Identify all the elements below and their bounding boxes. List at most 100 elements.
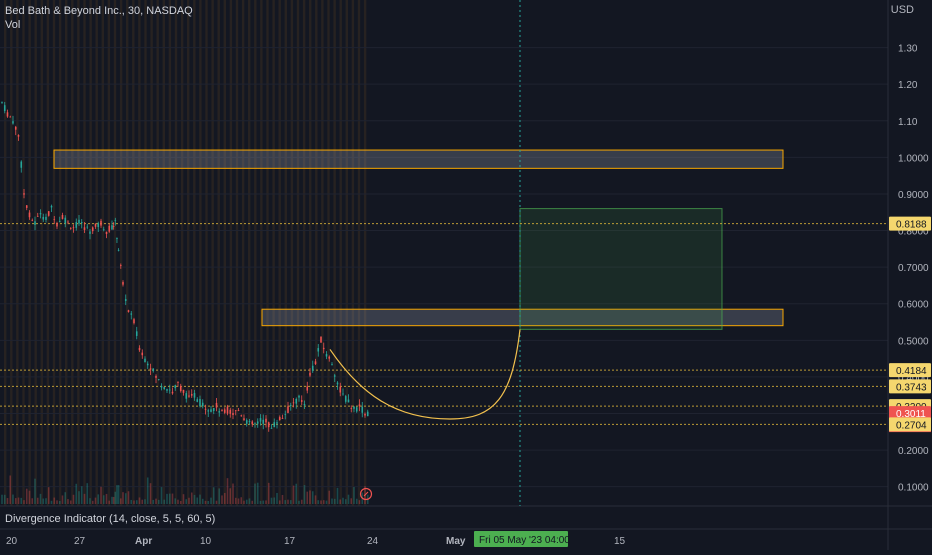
- volume-bar: [124, 493, 127, 504]
- session-stripe: [58, 0, 62, 506]
- x-tick-label: May: [446, 536, 466, 547]
- session-stripe: [241, 0, 245, 506]
- symbol-title[interactable]: Bed Bath & Beyond Inc., 30, NASDAQ: [5, 5, 193, 17]
- candle-body: [185, 393, 188, 399]
- candle-body: [67, 221, 69, 223]
- session-stripe: [345, 0, 348, 506]
- volume-bar: [58, 500, 61, 504]
- volume-bar: [102, 495, 105, 504]
- volume-bar: [105, 493, 108, 504]
- volume-bar: [339, 499, 342, 504]
- volume-bar: [276, 493, 278, 504]
- chart-root[interactable]: 1.30 1.20 1.10 1.0000 0.9000 0.8000 0.7000 0.60…: [0, 0, 932, 550]
- candle-body: [339, 386, 342, 393]
- candle-body: [177, 382, 179, 383]
- volume-bar: [215, 500, 218, 504]
- session-stripe: [199, 0, 202, 506]
- volume-bar: [344, 499, 347, 504]
- indicator-label[interactable]: Divergence Indicator (14, close, 5, 5, 6…: [5, 513, 215, 525]
- session-stripe: [156, 0, 159, 506]
- candle-body: [45, 216, 47, 220]
- candle-body: [117, 249, 120, 251]
- candle-body: [149, 368, 152, 370]
- candle-body: [251, 421, 254, 425]
- volume-bar: [133, 500, 135, 504]
- candle-body: [135, 331, 138, 336]
- volume-bar: [171, 493, 174, 504]
- candle-body: [300, 400, 303, 402]
- volume-bar: [182, 494, 185, 504]
- candle-body: [80, 222, 83, 223]
- price-chart[interactable]: 1.301.201.101.00000.90000.80000.70000.60…: [0, 0, 932, 550]
- x-tick-label: 15: [614, 536, 626, 547]
- candle-body: [130, 313, 133, 315]
- candle-body: [270, 427, 273, 429]
- candle-body: [53, 218, 56, 220]
- volume-bar: [218, 488, 221, 504]
- price-level-label: 0.8188: [896, 220, 927, 231]
- volume-bar: [155, 498, 157, 504]
- candle-body: [344, 396, 347, 402]
- candle-body: [292, 402, 295, 404]
- price-level-label: 0.3743: [896, 382, 927, 393]
- volume-bar: [331, 498, 333, 504]
- session-stripe: [278, 0, 281, 506]
- candle-body: [314, 361, 317, 365]
- volume-bar: [347, 494, 350, 504]
- candle-body: [309, 372, 311, 376]
- volume-bar: [80, 486, 83, 504]
- volume-bar: [232, 483, 234, 504]
- volume-bar: [201, 498, 204, 504]
- volume-bar: [287, 499, 289, 504]
- session-stripe: [321, 0, 324, 506]
- volume-bar: [53, 497, 56, 504]
- volume-label[interactable]: Vol: [5, 19, 20, 31]
- candle-body: [289, 405, 292, 406]
- session-stripe: [113, 0, 117, 506]
- volume-bar: [314, 495, 317, 504]
- session-stripe: [83, 0, 86, 506]
- candle-body: [116, 238, 118, 240]
- volume-bar: [193, 494, 196, 504]
- volume-bar: [141, 499, 144, 504]
- candle-body: [127, 310, 130, 312]
- y-tick-label: 0.9000: [898, 190, 929, 201]
- candle-body: [298, 395, 300, 398]
- session-stripe: [180, 0, 184, 506]
- volume-bar: [355, 498, 358, 504]
- volume-bar: [144, 499, 146, 504]
- session-stripe: [77, 0, 80, 506]
- session-stripe: [150, 0, 153, 506]
- volume-bar: [25, 488, 28, 504]
- session-stripe: [119, 0, 123, 506]
- candle-body: [245, 420, 248, 424]
- volume-bar: [265, 500, 267, 504]
- candle-body: [112, 226, 115, 228]
- session-stripe: [95, 0, 98, 506]
- volume-bar: [138, 497, 141, 504]
- y-tick-label: 1.30: [898, 44, 918, 55]
- volume-bar: [196, 497, 199, 504]
- candle-body: [218, 411, 221, 413]
- currency-label[interactable]: USD: [891, 4, 914, 16]
- session-stripe: [16, 0, 19, 506]
- candle-body: [361, 406, 364, 413]
- volume-bar: [14, 498, 17, 504]
- candle-body: [221, 410, 223, 411]
- volume-bar: [188, 497, 190, 504]
- candle-body: [237, 410, 240, 411]
- session-stripe: [34, 0, 37, 506]
- candle-body: [152, 368, 155, 371]
- volume-bar: [17, 497, 20, 504]
- volume-bar: [31, 498, 34, 504]
- volume-bar: [78, 491, 80, 504]
- volume-bar: [259, 500, 262, 504]
- candle-body: [328, 356, 331, 359]
- session-stripe: [248, 0, 251, 506]
- candle-body: [50, 205, 53, 208]
- candle-body: [281, 417, 284, 419]
- volume-bar: [179, 500, 182, 504]
- candle-body: [28, 212, 31, 218]
- volume-bar: [160, 487, 163, 504]
- candle-body: [31, 219, 34, 221]
